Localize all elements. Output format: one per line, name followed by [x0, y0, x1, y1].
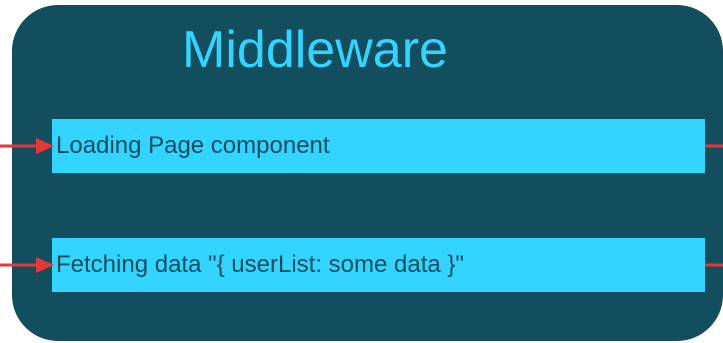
step-box-loading-page: Loading Page component — [52, 119, 705, 173]
step-label: Loading Page component — [56, 132, 330, 159]
diagram-title: Middleware — [182, 21, 448, 79]
step-label: Fetching data "{ userList: some data }" — [56, 251, 464, 278]
step-box-fetching-data: Fetching data "{ userList: some data }" — [52, 238, 705, 292]
